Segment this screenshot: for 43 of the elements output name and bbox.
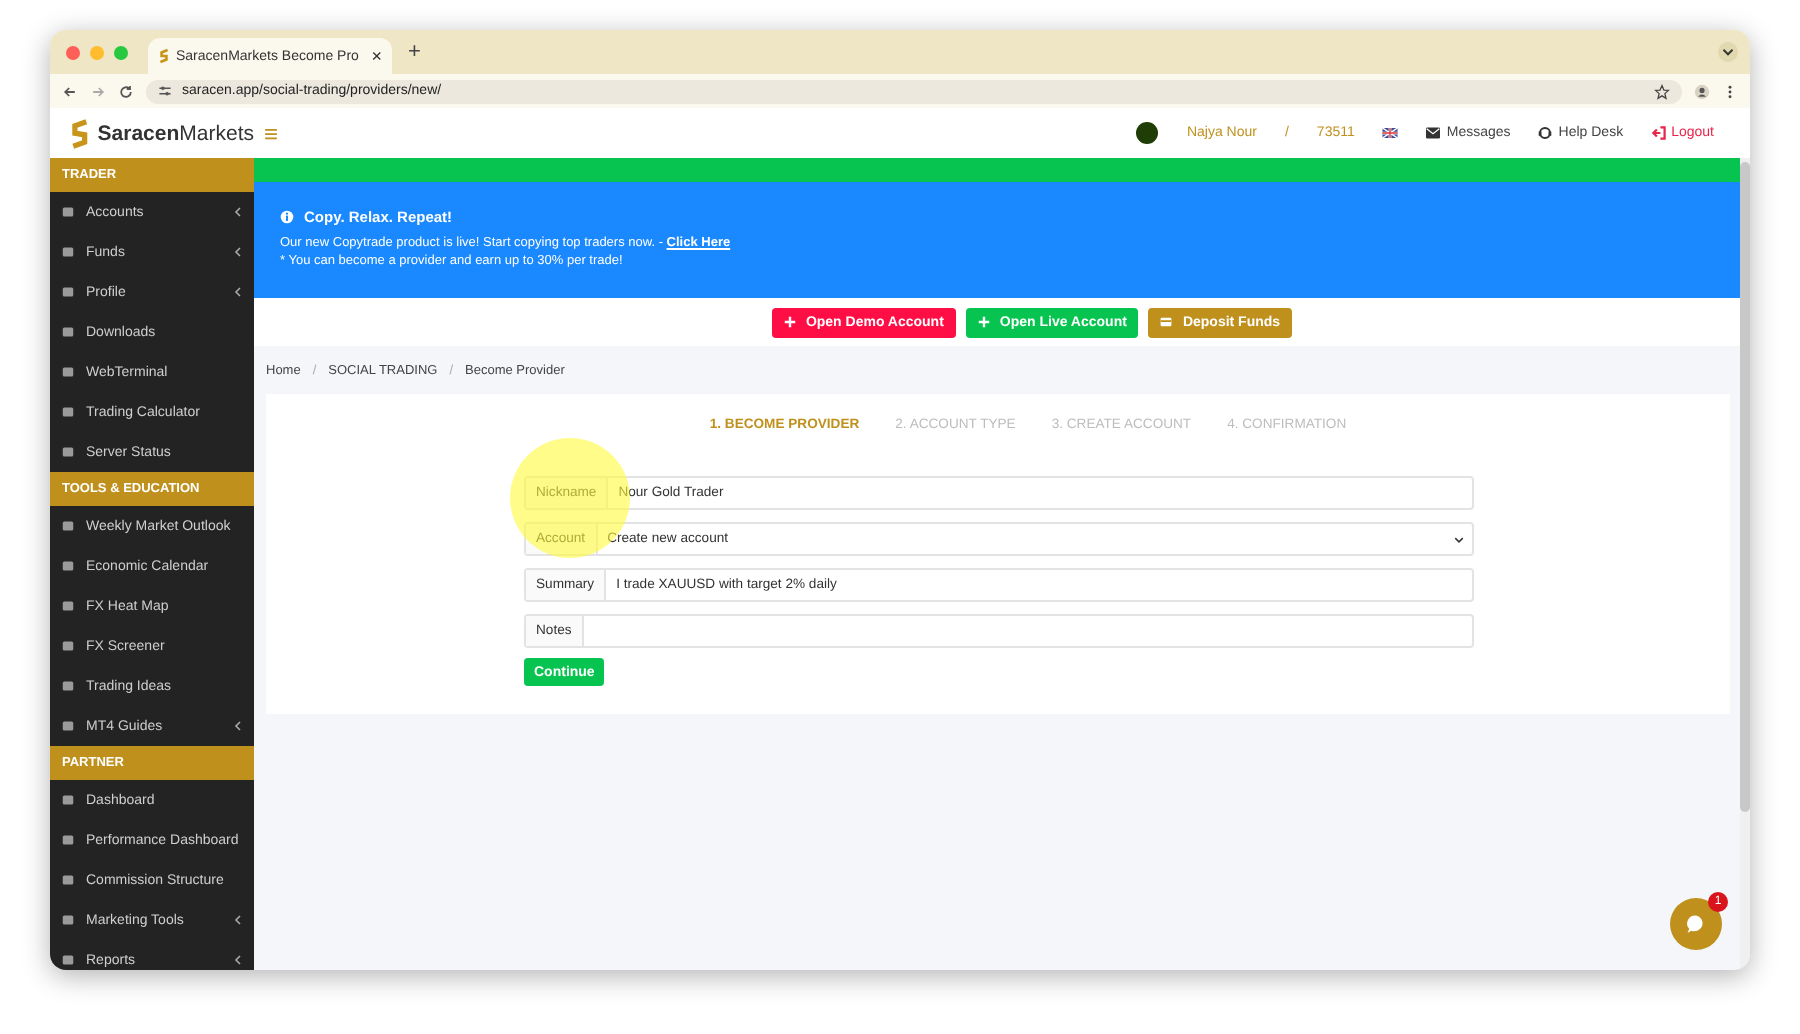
square-icon bbox=[62, 520, 74, 532]
square-icon bbox=[62, 446, 74, 458]
caret-icon bbox=[1454, 535, 1464, 543]
user-avatar[interactable] bbox=[1136, 122, 1159, 144]
square-icon bbox=[62, 326, 74, 338]
scrollbar[interactable] bbox=[1740, 158, 1750, 970]
square-icon bbox=[62, 720, 74, 732]
square-icon bbox=[62, 246, 74, 258]
s-logo-icon bbox=[70, 115, 90, 151]
bookmark-star-icon[interactable] bbox=[1654, 83, 1670, 99]
s-logo-icon bbox=[158, 48, 170, 64]
plus-icon bbox=[783, 316, 796, 328]
scrollbar-thumb[interactable] bbox=[1740, 162, 1750, 812]
square-icon bbox=[62, 954, 74, 966]
site-settings-icon[interactable] bbox=[158, 84, 172, 98]
chevron-down-icon bbox=[1722, 46, 1734, 58]
profile-icon[interactable] bbox=[1694, 83, 1710, 99]
chat-bubble-icon bbox=[1684, 912, 1708, 936]
logout-icon bbox=[1651, 126, 1666, 140]
square-icon bbox=[62, 206, 74, 218]
headset-icon bbox=[1538, 126, 1553, 140]
square-icon bbox=[62, 286, 74, 298]
envelope-icon bbox=[1426, 126, 1441, 140]
square-icon bbox=[62, 914, 74, 926]
credit-card-icon bbox=[1160, 316, 1173, 328]
square-icon bbox=[62, 600, 74, 612]
flag-icon[interactable] bbox=[1382, 128, 1399, 138]
square-icon bbox=[62, 874, 74, 886]
plus-icon bbox=[977, 316, 990, 328]
reload-icon[interactable] bbox=[118, 83, 134, 99]
tab-list-button[interactable] bbox=[1718, 42, 1738, 62]
square-icon bbox=[62, 640, 74, 652]
square-icon bbox=[62, 406, 74, 418]
square-icon bbox=[62, 794, 74, 806]
new-tab-button[interactable]: + bbox=[408, 40, 421, 64]
tab-close-button[interactable]: × bbox=[371, 46, 382, 66]
brand-logo[interactable]: SaracenMarkets bbox=[97, 121, 254, 145]
square-icon bbox=[62, 560, 74, 572]
square-icon bbox=[62, 834, 74, 846]
info-icon bbox=[280, 210, 294, 224]
square-icon bbox=[62, 680, 74, 692]
back-icon[interactable] bbox=[62, 83, 78, 99]
square-icon bbox=[62, 366, 74, 378]
